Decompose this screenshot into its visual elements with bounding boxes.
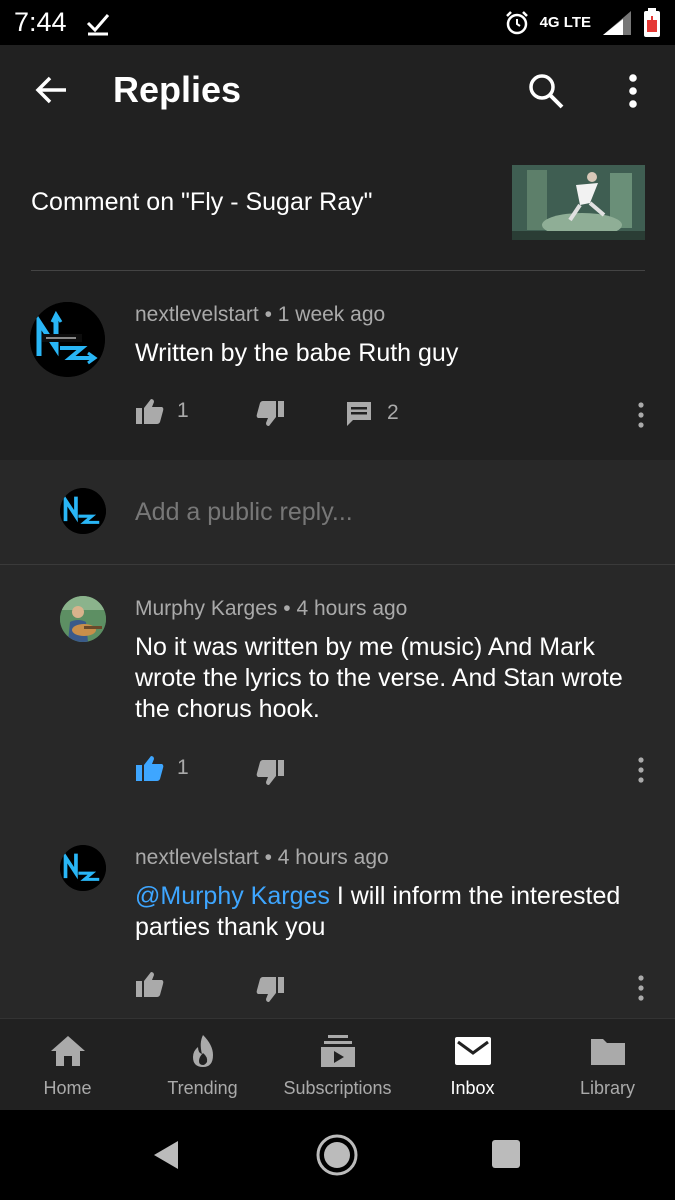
status-time: 7:44 [14, 7, 67, 37]
nav-label: Trending [167, 1078, 238, 1098]
avatar[interactable] [60, 845, 106, 891]
comment-meta: nextlevelstart • 1 week ago [135, 303, 385, 327]
system-back-icon[interactable] [150, 1138, 184, 1172]
comment-meta: Murphy Karges • 4 hours ago [135, 597, 407, 621]
battery-icon [644, 7, 660, 37]
like-button[interactable]: 1 [135, 397, 189, 425]
avatar[interactable] [30, 302, 105, 377]
thumbs-down-icon[interactable] [255, 759, 285, 787]
reply-input-row[interactable]: Add a public reply... [0, 460, 675, 565]
back-arrow-icon[interactable] [32, 70, 72, 110]
system-navigation-bar [0, 1110, 675, 1200]
comment-author[interactable]: nextlevelstart [135, 846, 259, 869]
nav-label: Subscriptions [283, 1078, 392, 1098]
meta-separator: • [283, 597, 297, 620]
reply-count: 2 [387, 401, 399, 424]
nav-library[interactable]: Library [540, 1019, 675, 1111]
bottom-nav: Home Trending Subscriptions Inbox Librar… [0, 1018, 675, 1110]
nav-inbox[interactable]: Inbox [405, 1019, 540, 1111]
mention-link[interactable]: @Murphy Karges [135, 882, 330, 910]
nav-label: Home [43, 1078, 92, 1098]
nav-home[interactable]: Home [0, 1019, 135, 1111]
reply-count-button[interactable]: 2 [345, 399, 399, 427]
comment-author[interactable]: Murphy Karges [135, 597, 277, 620]
thumbs-up-icon [136, 756, 164, 781]
avatar [60, 488, 106, 534]
alarm-icon [505, 10, 528, 34]
status-bar: 7:44 4G LTE [0, 0, 675, 45]
meta-separator: • [264, 303, 278, 326]
nav-label: Inbox [450, 1078, 495, 1098]
channel-logo [60, 845, 106, 891]
comment-age: 4 hours ago [296, 597, 408, 620]
comment-text: @Murphy Karges I will inform the interes… [135, 881, 650, 943]
like-count: 1 [177, 756, 189, 779]
home-icon [50, 1036, 85, 1066]
comment-menu-icon[interactable] [636, 975, 646, 1001]
page-title: Replies [113, 69, 242, 110]
flame-icon [192, 1035, 213, 1067]
comment-menu-icon[interactable] [636, 402, 646, 428]
comment-author[interactable]: nextlevelstart [135, 303, 259, 326]
channel-logo [30, 302, 105, 377]
comment-age: 1 week ago [277, 303, 386, 326]
mail-icon [454, 1037, 491, 1065]
folder-icon [590, 1039, 625, 1065]
like-button[interactable]: 1 [135, 754, 189, 782]
nav-trending[interactable]: Trending [135, 1019, 270, 1111]
comment-menu-icon[interactable] [636, 757, 646, 783]
reply-input[interactable]: Add a public reply... [135, 498, 353, 527]
thumbs-up-icon[interactable] [135, 970, 165, 998]
search-icon[interactable] [525, 70, 567, 112]
app-bar: Replies [0, 45, 675, 135]
thumbs-down-icon[interactable] [255, 976, 285, 1004]
thumbs-up-icon [136, 399, 164, 424]
system-recents-icon[interactable] [490, 1138, 522, 1170]
avatar[interactable] [60, 596, 106, 642]
thumbnail-image [512, 165, 645, 240]
nav-subscriptions[interactable]: Subscriptions [270, 1019, 405, 1111]
parent-comment-card: Comment on "Fly - Sugar Ray" nextlevelst… [0, 135, 675, 460]
thumbs-down-icon[interactable] [255, 400, 285, 428]
subscriptions-icon [320, 1035, 355, 1067]
meta-separator: • [264, 846, 278, 869]
system-home-icon[interactable] [314, 1132, 360, 1178]
comment-text: Written by the babe Ruth guy [135, 339, 459, 367]
user-photo [60, 596, 106, 642]
comment-text: No it was written by me (music) And Mark… [135, 633, 623, 723]
comment-context[interactable]: Comment on "Fly - Sugar Ray" [31, 188, 372, 217]
like-count: 1 [177, 399, 189, 422]
comment-age: 4 hours ago [277, 846, 389, 869]
more-options-icon[interactable] [616, 70, 650, 112]
divider [31, 270, 645, 271]
check-icon [86, 13, 109, 35]
video-thumbnail[interactable] [512, 165, 645, 240]
channel-logo [60, 488, 106, 534]
nav-label: Library [579, 1078, 636, 1098]
signal-icon [603, 10, 631, 35]
network-indicator: 4G LTE [539, 14, 591, 31]
comment-meta: nextlevelstart • 4 hours ago [135, 846, 389, 870]
comment-icon [347, 402, 371, 426]
